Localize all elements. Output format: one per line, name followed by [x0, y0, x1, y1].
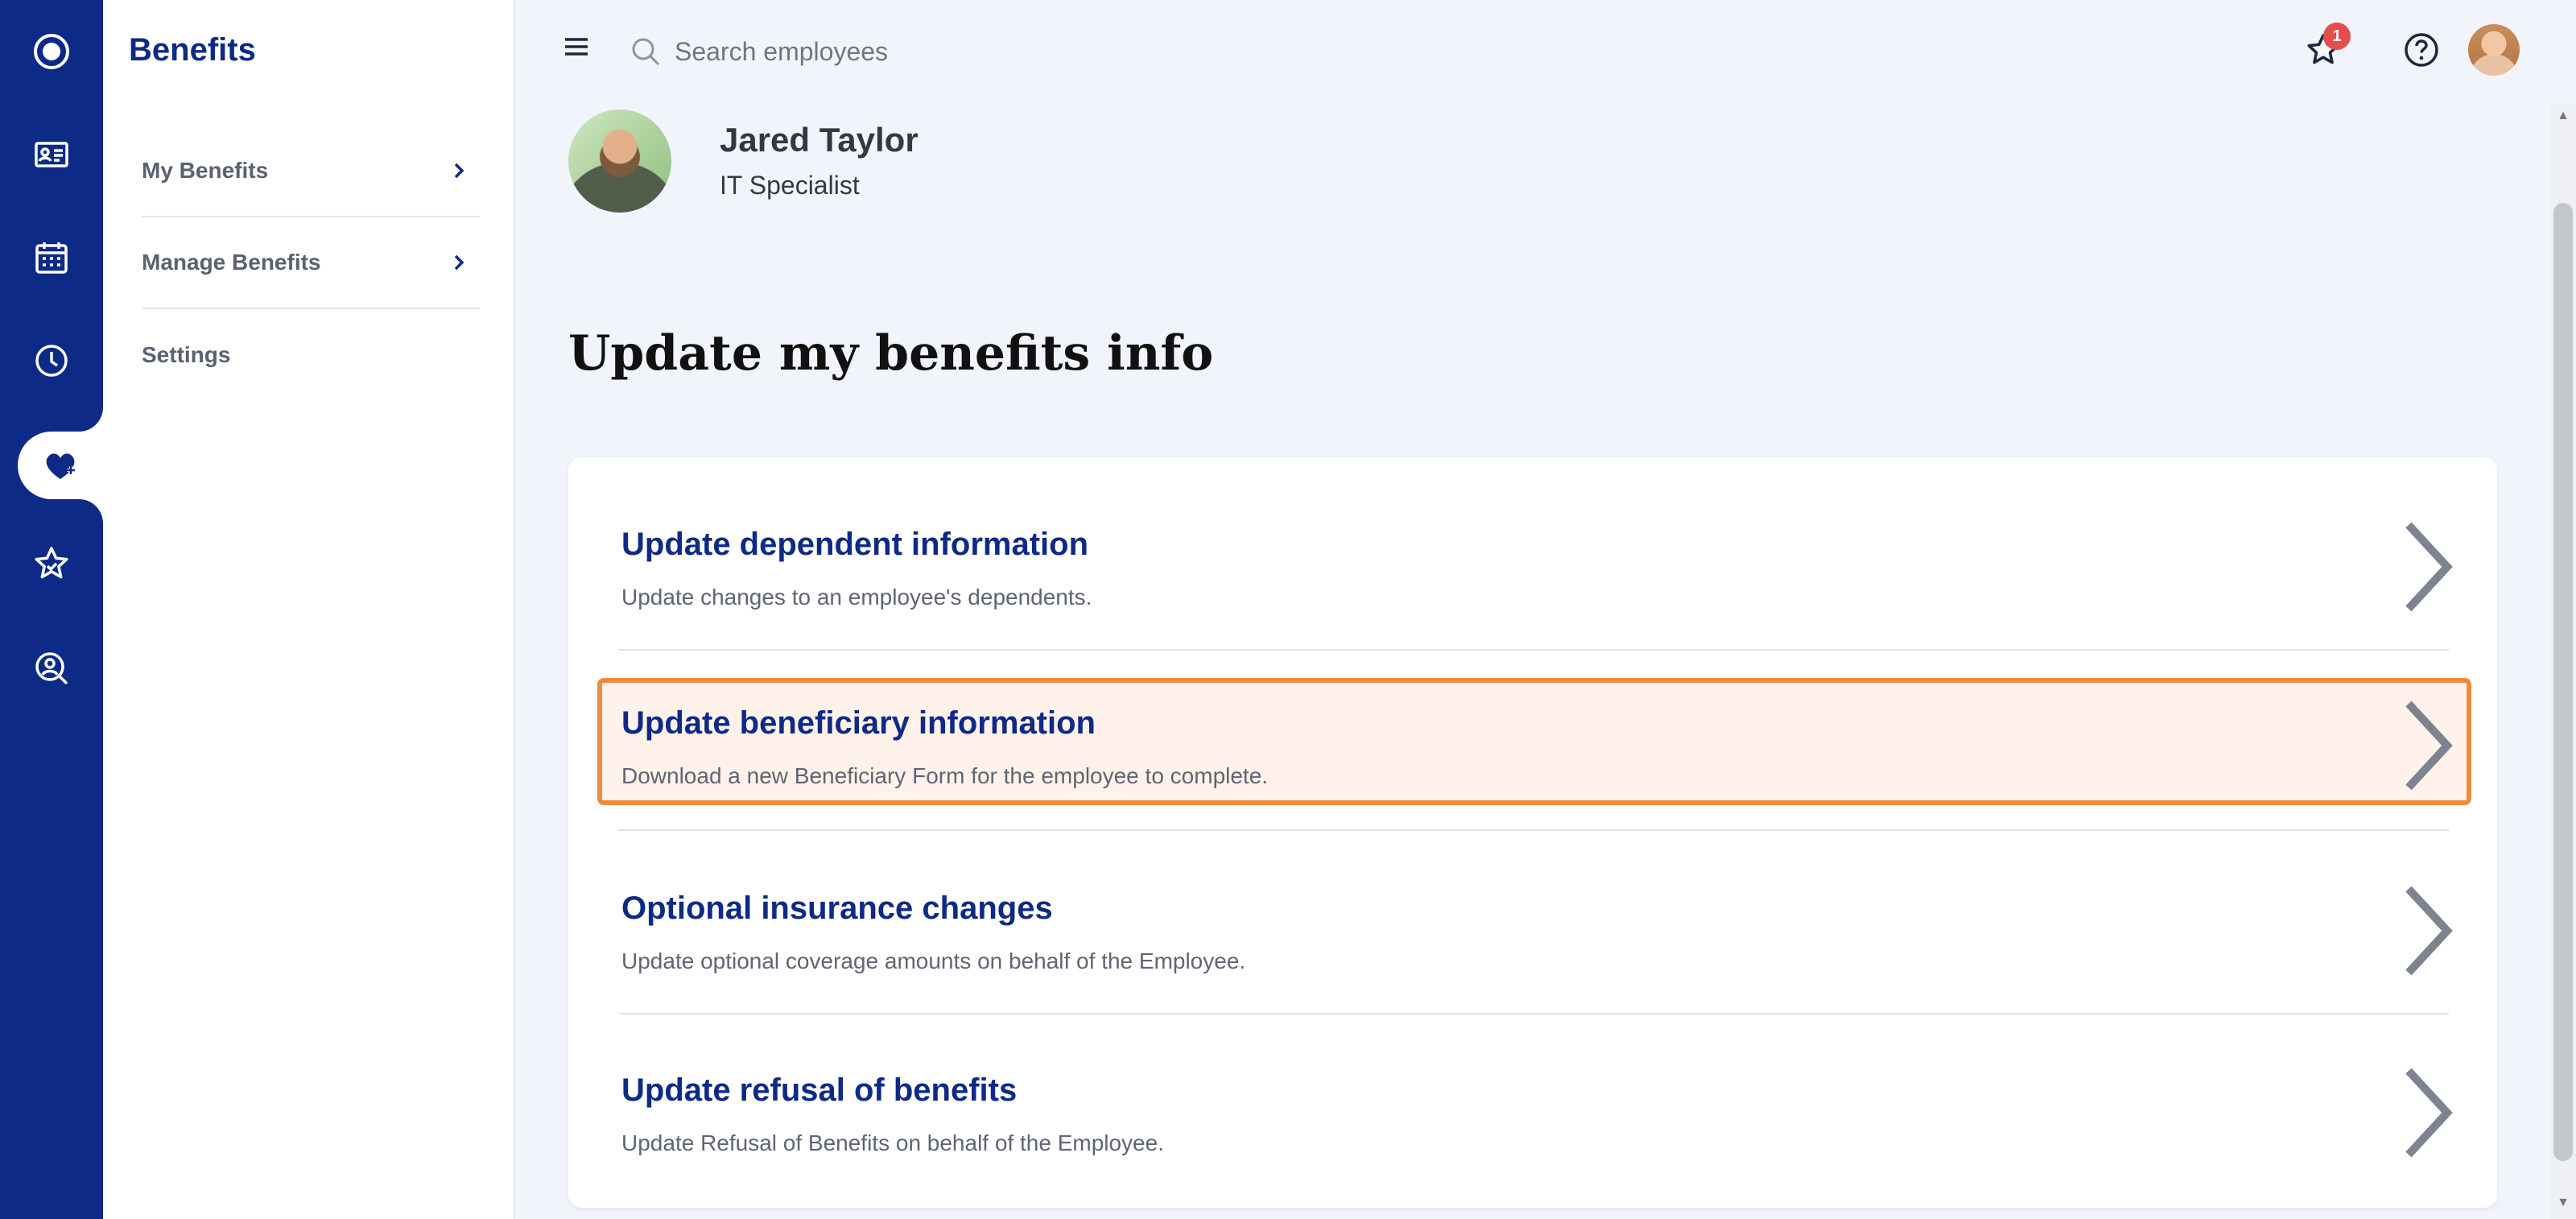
id-card-icon[interactable]: [0, 121, 103, 188]
calendar-icon[interactable]: [0, 224, 103, 291]
hamburger-icon[interactable]: [562, 32, 591, 61]
option-title: Update beneficiary information: [621, 705, 1096, 741]
help-button[interactable]: [2396, 24, 2447, 76]
sidebar-item-label: Settings: [142, 342, 231, 367]
logo-icon[interactable]: [0, 18, 103, 85]
app-icon-rail: [0, 0, 103, 1219]
option-title: Update dependent information: [621, 527, 1088, 562]
sidebar-title: Benefits: [129, 32, 256, 68]
search-icon: [632, 38, 660, 66]
option-title: Optional insurance changes: [621, 890, 1053, 926]
chevron-right-icon: [454, 163, 464, 179]
user-avatar[interactable]: [2468, 24, 2520, 76]
option-title: Update refusal of benefits: [621, 1072, 1018, 1108]
benefits-sidebar: Benefits My Benefits Manage Benefits Set…: [103, 0, 515, 1219]
scroll-down-arrow[interactable]: ▼: [2553, 1193, 2573, 1213]
sidebar-nav: My Benefits Manage Benefits Settings: [142, 126, 480, 401]
clock-icon[interactable]: [0, 327, 103, 395]
scrollbar-thumb[interactable]: [2553, 203, 2573, 1161]
employee-role: IT Specialist: [720, 171, 860, 200]
option-update-beneficiary[interactable]: Update beneficiary information Download …: [597, 678, 2471, 805]
option-optional-insurance[interactable]: Optional insurance changes Update option…: [597, 863, 2471, 990]
help-icon: [2405, 33, 2438, 67]
option-update-dependent[interactable]: Update dependent information Update chan…: [597, 499, 2471, 626]
sidebar-item-settings[interactable]: Settings: [142, 309, 480, 401]
option-description: Update optional coverage amounts on beha…: [621, 948, 1246, 973]
option-update-refusal[interactable]: Update refusal of benefits Update Refusa…: [597, 1045, 2471, 1172]
employee-avatar: [568, 110, 671, 213]
employee-name: Jared Taylor: [720, 121, 919, 159]
option-description: Update Refusal of Benefits on behalf of …: [621, 1130, 1164, 1155]
option-description: Update changes to an employee's dependen…: [621, 585, 1092, 610]
scroll-up-arrow[interactable]: ▲: [2553, 106, 2573, 126]
page-title: Update my benefits info: [568, 325, 1214, 382]
notification-badge: 1: [2323, 23, 2351, 50]
sidebar-item-label: Manage Benefits: [142, 250, 321, 275]
chevron-right-icon: [2405, 886, 2453, 976]
heart-benefits-icon[interactable]: [18, 432, 103, 499]
divider: [618, 829, 2449, 831]
star-icon[interactable]: [0, 530, 103, 597]
divider: [618, 649, 2449, 651]
chevron-right-icon: [2405, 522, 2453, 612]
search-input[interactable]: [675, 27, 1238, 76]
top-bar: 1: [517, 0, 2576, 103]
sidebar-item-my-benefits[interactable]: My Benefits: [142, 126, 480, 217]
chevron-right-icon: [2405, 700, 2453, 791]
sidebar-item-manage-benefits[interactable]: Manage Benefits: [142, 217, 480, 309]
chevron-right-icon: [454, 254, 464, 271]
sidebar-item-label: My Benefits: [142, 158, 269, 183]
search-person-icon[interactable]: [0, 634, 103, 702]
favorites-button[interactable]: 1: [2297, 23, 2351, 76]
chevron-right-icon: [2405, 1068, 2453, 1158]
option-description: Download a new Beneficiary Form for the …: [621, 763, 1269, 788]
options-card: Update dependent information Update chan…: [568, 457, 2497, 1208]
divider: [618, 1013, 2449, 1014]
